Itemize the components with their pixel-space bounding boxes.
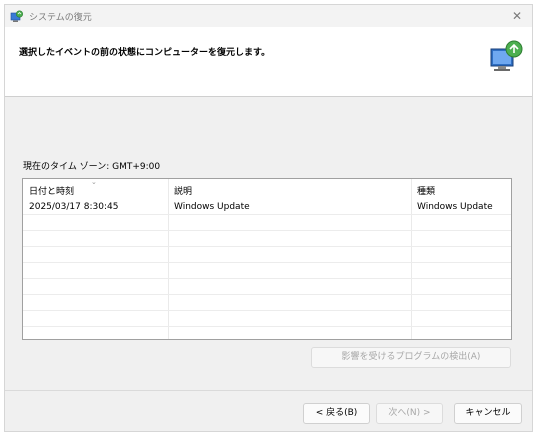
timezone-label: 現在のタイム ゾーン: GMT+9:00 [23, 162, 161, 172]
scan-affected-programs-button[interactable]: 影響を受けるプログラムの検出(A) [311, 347, 511, 368]
restore-point-list[interactable]: 日付と時刻 ⌄ 説明 種類 2025/03/17 8:30:45 Windows… [22, 178, 512, 340]
empty-row [23, 311, 511, 327]
row-description: Windows Update [174, 202, 250, 212]
empty-row [23, 327, 511, 339]
empty-row [23, 295, 511, 311]
empty-row [23, 247, 511, 263]
window-title: システムの復元 [29, 13, 92, 23]
empty-row [23, 263, 511, 279]
column-header-date[interactable]: 日付と時刻 [29, 184, 74, 197]
wizard-header: 選択したイベントの前の状態にコンピューターを復元します。 [5, 27, 532, 97]
system-restore-window: システムの復元 ✕ 選択したイベントの前の状態にコンピューターを復元します。 現… [4, 4, 533, 432]
sort-indicator-icon: ⌄ [91, 178, 97, 186]
empty-row [23, 279, 511, 295]
row-type: Windows Update [417, 202, 493, 212]
instruction-text: 選択したイベントの前の状態にコンピューターを復元します。 [19, 48, 271, 58]
column-header-description[interactable]: 説明 [174, 184, 192, 197]
system-restore-computer-icon [490, 40, 523, 71]
title-bar: システムの復元 ✕ [5, 5, 532, 27]
row-date: 2025/03/17 8:30:45 [29, 202, 119, 212]
next-button[interactable]: 次へ(N) > [376, 403, 443, 424]
system-restore-icon [10, 10, 24, 22]
close-button[interactable]: ✕ [502, 5, 532, 27]
empty-row [23, 215, 511, 231]
back-button[interactable]: < 戻る(B) [303, 403, 370, 424]
cancel-button[interactable]: キャンセル [454, 403, 522, 424]
table-row[interactable]: 2025/03/17 8:30:45 Windows Update Window… [23, 199, 511, 215]
empty-row [23, 231, 511, 247]
list-header: 日付と時刻 ⌄ 説明 種類 [23, 179, 511, 197]
column-header-type[interactable]: 種類 [417, 184, 435, 197]
footer-divider [5, 390, 532, 391]
